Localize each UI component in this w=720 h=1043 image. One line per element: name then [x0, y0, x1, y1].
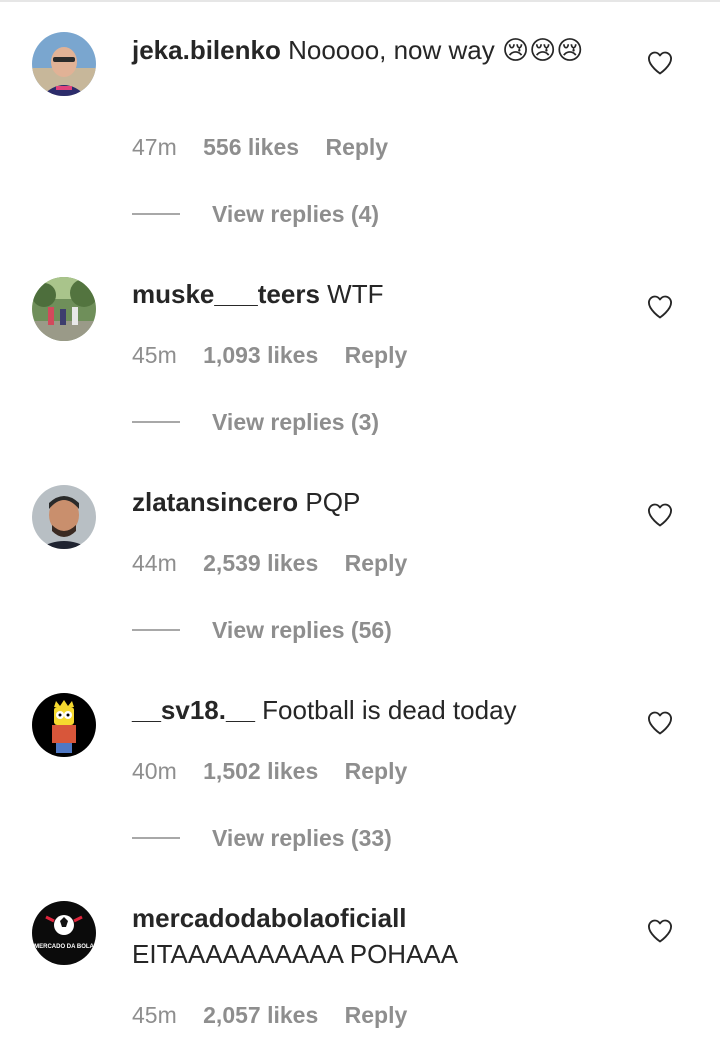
heart-outline-icon[interactable] [646, 917, 674, 945]
comment-likes[interactable]: 1,502 likes [203, 758, 318, 784]
comment-text: WTF [327, 279, 384, 309]
comment-username[interactable]: __sv18.__ [132, 695, 255, 725]
comment-meta: 45m 2,057 likes Reply [132, 1000, 407, 1030]
comment-username[interactable]: mercadodabolaoficiall [132, 903, 407, 933]
comment-username[interactable]: zlatansincero [132, 487, 298, 517]
comment-text: PQP [305, 487, 361, 517]
view-replies-label: View replies (4) [212, 201, 380, 227]
avatar[interactable] [32, 32, 96, 96]
comment-meta: 44m 2,539 likes Reply [132, 548, 407, 578]
comment-likes[interactable]: 2,057 likes [203, 1002, 318, 1028]
view-replies-button[interactable]: View replies (4) [132, 199, 379, 229]
heart-outline-icon[interactable] [646, 709, 674, 737]
comment-likes[interactable]: 1,093 likes [203, 342, 318, 368]
divider-dash [132, 212, 180, 215]
comment-body: muske___teers WTF [132, 276, 602, 312]
comment-meta: 40m 1,502 likes Reply [132, 756, 407, 786]
comment-body: mercadodabolaoficiall EITAAAAAAAAAA POHA… [132, 900, 602, 972]
view-replies-button[interactable]: View replies (3) [132, 407, 379, 437]
view-replies-label: View replies (56) [212, 617, 392, 643]
comment-body: jeka.bilenko Nooooo, now way 😢😢😢 [132, 32, 602, 68]
view-replies-label: View replies (33) [212, 825, 392, 851]
heart-outline-icon[interactable] [646, 293, 674, 321]
comment-text: Football is dead today [262, 695, 517, 725]
reply-button[interactable]: Reply [345, 758, 408, 784]
avatar[interactable] [32, 277, 96, 341]
comment-time: 40m [132, 758, 177, 784]
comment-time: 45m [132, 342, 177, 368]
reply-button[interactable]: Reply [325, 134, 388, 160]
comment-username[interactable]: muske___teers [132, 279, 320, 309]
comment-meta: 45m 1,093 likes Reply [132, 340, 407, 370]
comment-likes[interactable]: 2,539 likes [203, 550, 318, 576]
comment-username[interactable]: jeka.bilenko [132, 35, 281, 65]
avatar[interactable]: MERCADO DA BOLA [32, 901, 96, 965]
comment-time: 44m [132, 550, 177, 576]
reply-button[interactable]: Reply [345, 550, 408, 576]
comment-text: EITAAAAAAAAAA POHAAA [132, 939, 459, 969]
comment-likes[interactable]: 556 likes [203, 134, 299, 160]
heart-outline-icon[interactable] [646, 49, 674, 77]
divider-dash [132, 836, 180, 839]
comment-time: 45m [132, 1002, 177, 1028]
divider-dash [132, 420, 180, 423]
heart-outline-icon[interactable] [646, 501, 674, 529]
avatar-logo-text: MERCADO DA BOLA [34, 944, 94, 950]
view-replies-button[interactable]: View replies (33) [132, 823, 392, 853]
top-divider [0, 0, 720, 2]
comment-body: zlatansincero PQP [132, 484, 602, 520]
comment-text: Nooooo, now way 😢😢😢 [288, 35, 584, 65]
comment-meta: 47m 556 likes Reply [132, 132, 388, 162]
reply-button[interactable]: Reply [345, 1002, 408, 1028]
view-replies-label: View replies (3) [212, 409, 380, 435]
view-replies-button[interactable]: View replies (56) [132, 615, 392, 645]
comment-body: __sv18.__ Football is dead today [132, 692, 602, 728]
divider-dash [132, 628, 180, 631]
avatar[interactable] [32, 693, 96, 757]
comment-time: 47m [132, 134, 177, 160]
reply-button[interactable]: Reply [345, 342, 408, 368]
avatar[interactable] [32, 485, 96, 549]
